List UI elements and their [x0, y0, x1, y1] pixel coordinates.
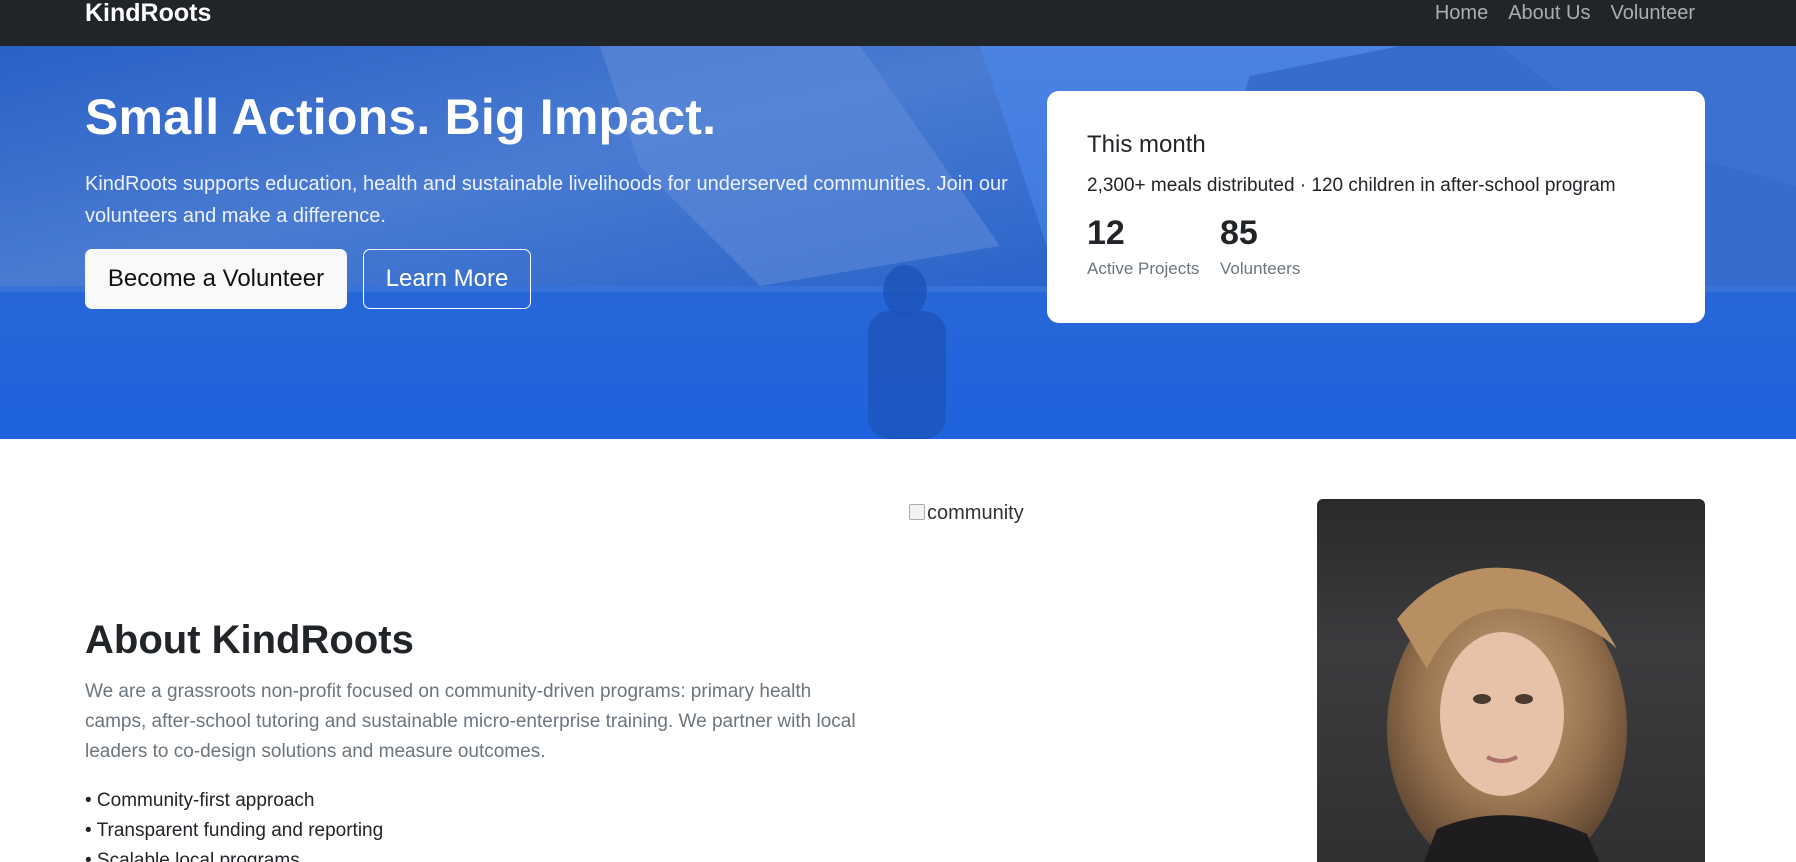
stats-card-subtitle: 2,300+ meals distributed · 120 children …: [1087, 175, 1616, 196]
stat-label: Volunteers: [1220, 259, 1301, 278]
hero-section: Small Actions. Big Impact. KindRoots sup…: [0, 46, 1796, 439]
portrait-photo: [1317, 499, 1705, 862]
stat-label: Active Projects: [1087, 259, 1200, 278]
nav-link-home[interactable]: Home: [1435, 0, 1488, 26]
stat-active-projects: 12 Active Projects: [1087, 213, 1199, 279]
monthly-stats-card: This month 2,300+ meals distributed · 12…: [1047, 91, 1705, 323]
stats-card-title: This month: [1087, 131, 1206, 158]
about-title: About KindRoots: [85, 618, 414, 662]
nav-link-about-us[interactable]: About Us: [1508, 0, 1590, 26]
nav-links: Home About Us Volunteer: [1435, 0, 1695, 26]
brand-logo[interactable]: KindRoots: [85, 0, 211, 26]
learn-more-button[interactable]: Learn More: [363, 249, 531, 309]
list-item: • Scalable local programs: [85, 850, 300, 862]
hero-description: KindRoots supports education, health and…: [85, 173, 1008, 227]
stat-volunteers: 85 Volunteers: [1220, 213, 1300, 279]
stat-value: 12: [1087, 214, 1125, 252]
list-item: • Transparent funding and reporting: [85, 820, 384, 841]
hero-title: Small Actions. Big Impact.: [85, 89, 717, 145]
nav-link-volunteer[interactable]: Volunteer: [1610, 0, 1695, 26]
image-alt-text: community: [927, 502, 1024, 524]
broken-image-icon: [909, 504, 925, 520]
portrait-image: [1387, 567, 1627, 862]
about-description: We are a grassroots non-profit focused o…: [85, 681, 856, 762]
list-item: • Community-first approach: [85, 790, 315, 811]
top-navbar: KindRoots Home About Us Volunteer: [0, 0, 1796, 46]
community-image-placeholder: community: [909, 502, 1024, 525]
become-volunteer-button[interactable]: Become a Volunteer: [85, 249, 347, 309]
about-bullets: • Community-first approach • Transparent…: [85, 786, 383, 862]
stat-value: 85: [1220, 214, 1258, 252]
